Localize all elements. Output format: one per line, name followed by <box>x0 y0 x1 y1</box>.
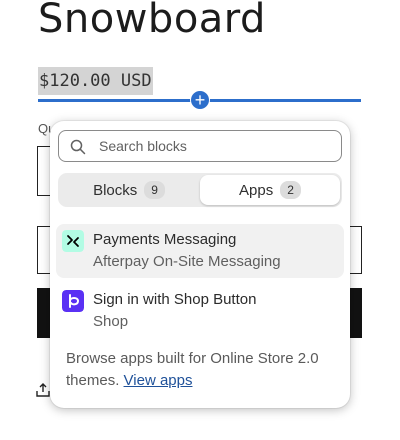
list-item-payments-messaging[interactable]: Payments Messaging Afterpay On-Site Mess… <box>56 224 344 278</box>
search-input[interactable] <box>99 131 329 161</box>
search-field[interactable] <box>58 130 342 162</box>
tab-apps[interactable]: Apps 2 <box>200 175 340 205</box>
tab-apps-label: Apps <box>239 181 274 199</box>
browse-apps-text: Browse apps built for Online Store 2.0 t… <box>66 348 338 392</box>
tab-bar: Blocks 9 Apps 2 <box>58 173 342 207</box>
tab-blocks-count: 9 <box>144 181 165 199</box>
product-price[interactable]: $120.00 USD <box>38 67 153 95</box>
share-icon[interactable] <box>36 383 50 397</box>
add-block-popover: Blocks 9 Apps 2 Payments Messaging After… <box>50 121 350 408</box>
product-title: Snowboard <box>38 0 266 42</box>
tab-blocks[interactable]: Blocks 9 <box>60 175 198 205</box>
tab-blocks-label: Blocks <box>93 181 138 199</box>
shop-icon <box>62 290 84 312</box>
app-subtitle: Shop <box>93 313 129 330</box>
app-subtitle: Afterpay On-Site Messaging <box>93 253 281 270</box>
app-name: Sign in with Shop Button <box>93 291 257 308</box>
add-block-button[interactable]: + <box>190 90 210 110</box>
afterpay-icon <box>62 230 84 252</box>
app-name: Payments Messaging <box>93 231 237 248</box>
list-item-shop-button[interactable]: Sign in with Shop Button Shop <box>56 284 344 338</box>
view-apps-link[interactable]: View apps <box>124 372 193 389</box>
search-icon <box>70 139 86 155</box>
tab-apps-count: 2 <box>280 181 301 199</box>
